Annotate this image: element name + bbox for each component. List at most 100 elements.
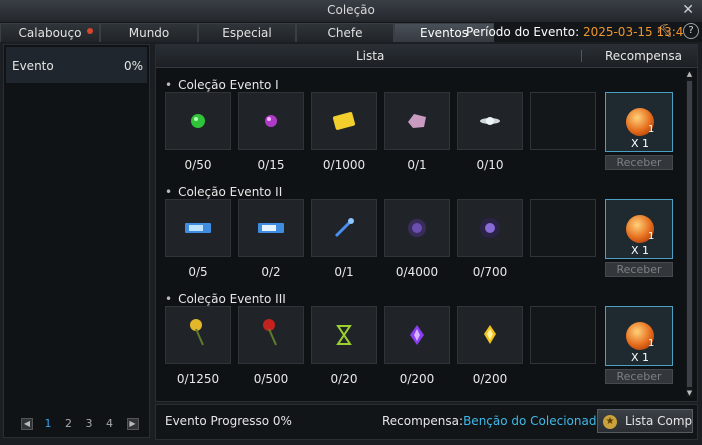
list-column-label: Lista: [356, 49, 385, 63]
purple-gem-icon: [265, 115, 277, 127]
close-icon[interactable]: ✕: [682, 2, 694, 18]
tab-label: Calabouço: [18, 26, 82, 40]
blue-ticket-icon: [258, 223, 284, 233]
item-slot[interactable]: [238, 92, 304, 150]
tab-calabouco[interactable]: Calabouço: [0, 23, 100, 42]
complete-list-button[interactable]: ★ Lista Comple: [597, 409, 693, 433]
reward-summary-label: Recompensa:: [382, 414, 464, 428]
reward-quantity: 1: [648, 124, 655, 135]
reward-summary-value: Benção do Colecionador: [463, 414, 609, 428]
reward-slot[interactable]: 1 X 1: [605, 306, 673, 366]
green-hourglass-icon: [336, 325, 352, 345]
item-count: 0/700: [472, 265, 508, 279]
receive-button[interactable]: Receber: [605, 369, 673, 384]
item-count: 0/1250: [176, 372, 220, 386]
receive-button[interactable]: Receber: [605, 262, 673, 277]
item-slot[interactable]: [457, 92, 523, 150]
scroll-down-icon[interactable]: ▼: [686, 390, 693, 397]
collection-panel: Lista Recompensa • Coleção Evento I 0/50…: [155, 44, 698, 402]
reward-quantity: 1: [648, 231, 655, 242]
item-count: 0/1: [407, 158, 427, 172]
item-slot[interactable]: [238, 199, 304, 257]
item-count: 0/200: [472, 372, 508, 386]
item-count: 0/4000: [395, 265, 439, 279]
yellow-rose-icon: [190, 319, 204, 346]
empty-slot: [530, 92, 596, 150]
purple-rune-icon: [408, 219, 426, 237]
category-percent: 0%: [123, 59, 143, 73]
gold-ticket-icon: [332, 112, 356, 130]
item-slot[interactable]: [165, 306, 231, 364]
item-count: 0/50: [184, 158, 212, 172]
red-rose-icon: [263, 319, 277, 346]
period-label: Período do Evento:: [466, 25, 580, 39]
item-slot[interactable]: [311, 306, 377, 364]
silver-orb-icon: [480, 117, 500, 125]
empty-slot: [530, 306, 596, 364]
scroll-up-icon[interactable]: ▲: [686, 71, 693, 78]
notification-dot-icon: [87, 28, 93, 34]
item-count: 0/1000: [322, 158, 366, 172]
tab-label: Eventos: [420, 26, 468, 40]
event-progress: Evento Progresso 0%: [165, 414, 292, 428]
tab-mundo[interactable]: Mundo: [100, 23, 198, 42]
item-slot[interactable]: [457, 306, 523, 364]
item-slot[interactable]: [311, 92, 377, 150]
group-title: • Coleção Evento II: [165, 185, 283, 199]
item-count: 0/20: [330, 372, 358, 386]
collection-group: • Coleção Evento III 0/1250 0/500 0/20 0/…: [165, 292, 675, 397]
item-slot[interactable]: [238, 306, 304, 364]
page-1[interactable]: 1: [45, 417, 52, 430]
purple-crystal-icon: [410, 325, 424, 345]
reward-multiplier: X 1: [630, 137, 650, 150]
scroll-thumb[interactable]: [687, 81, 692, 387]
item-count: 0/5: [188, 265, 208, 279]
reward-multiplier: X 1: [630, 351, 650, 364]
page-2[interactable]: 2: [65, 417, 72, 430]
scrollbar[interactable]: ▲ ▼: [686, 71, 693, 397]
item-slot[interactable]: [457, 199, 523, 257]
item-count: 0/1: [334, 265, 354, 279]
pink-crystal-icon: [408, 114, 426, 128]
category-item-evento[interactable]: Evento 0%: [6, 47, 147, 83]
blue-sword-icon: [334, 218, 354, 238]
collection-group: • Coleção Evento II 0/5 0/2 0/1 0/4000 0/…: [165, 185, 675, 290]
empty-slot: [530, 199, 596, 257]
dark-purple-stone-icon: [480, 218, 500, 238]
item-slot[interactable]: [311, 199, 377, 257]
reward-slot[interactable]: 1 X 1: [605, 92, 673, 152]
collection-window: Coleção ✕ Calabouço Mundo Especial Chefe…: [0, 0, 702, 445]
complete-list-label: Lista Comple: [625, 414, 693, 428]
item-count: 0/2: [261, 265, 281, 279]
item-slot[interactable]: [165, 92, 231, 150]
progress-bar-panel: Evento Progresso 0% Recompensa:Benção do…: [155, 404, 698, 440]
help-icon[interactable]: ?: [683, 23, 699, 39]
item-slot[interactable]: [384, 199, 450, 257]
reward-summary: Recompensa:Benção do Colecionador: [382, 414, 609, 428]
item-count: 0/15: [257, 158, 285, 172]
title-bar: Coleção ✕: [0, 0, 702, 23]
green-gem-icon: [191, 114, 205, 128]
next-page-icon[interactable]: ▶: [126, 418, 139, 430]
reward-slot[interactable]: 1 X 1: [605, 199, 673, 259]
reward-multiplier: X 1: [630, 244, 650, 257]
receive-button[interactable]: Receber: [605, 155, 673, 170]
tab-chefe[interactable]: Chefe: [296, 23, 394, 42]
reward-quantity: 1: [648, 338, 655, 349]
tab-especial[interactable]: Especial: [198, 23, 296, 42]
tab-label: Especial: [222, 26, 272, 40]
page-3[interactable]: 3: [86, 417, 93, 430]
prev-page-icon[interactable]: ◀: [21, 418, 33, 430]
item-slot[interactable]: [384, 92, 450, 150]
item-slot[interactable]: [165, 199, 231, 257]
item-slot[interactable]: [384, 306, 450, 364]
pager: ◀ 1 2 3 4 ▶: [21, 417, 147, 430]
page-4[interactable]: 4: [106, 417, 113, 430]
tab-label: Chefe: [327, 26, 363, 40]
column-divider: [581, 50, 582, 62]
category-label: Evento: [12, 59, 54, 73]
gold-crystal-icon: [484, 325, 496, 344]
item-count: 0/200: [399, 372, 435, 386]
event-period-icon: ⛏: [656, 24, 673, 39]
blue-ticket-icon: [185, 223, 211, 233]
